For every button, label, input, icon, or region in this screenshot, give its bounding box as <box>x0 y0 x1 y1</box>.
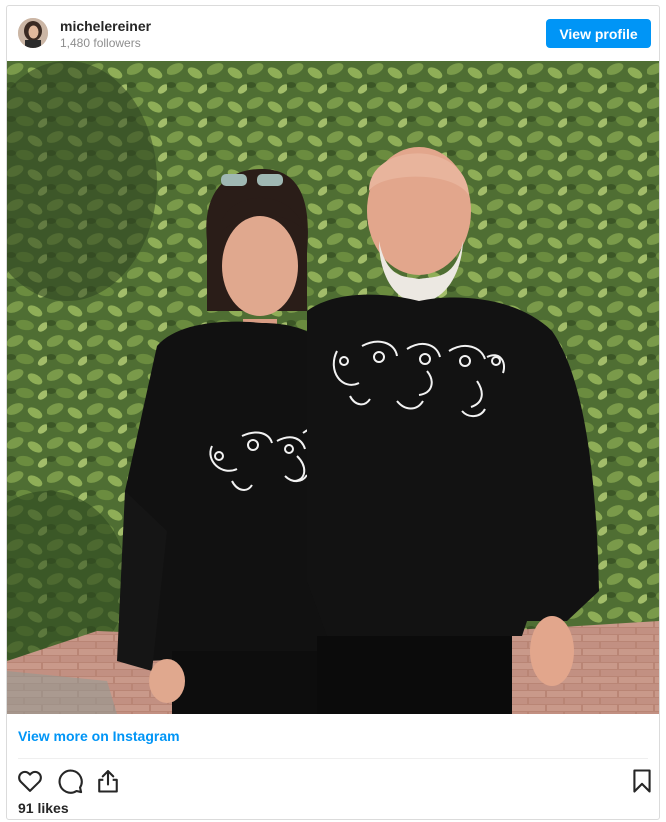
action-bar <box>16 767 651 795</box>
post-header: michelereiner 1,480 followers View profi… <box>7 6 659 61</box>
avatar-image <box>18 18 48 48</box>
post-photo <box>7 61 659 714</box>
instagram-embed: michelereiner 1,480 followers View profi… <box>6 5 660 820</box>
view-profile-button[interactable]: View profile <box>546 19 651 48</box>
user-meta: michelereiner 1,480 followers <box>60 17 151 51</box>
heart-icon[interactable] <box>16 767 44 795</box>
divider <box>18 758 648 759</box>
comment-icon[interactable] <box>56 767 84 795</box>
like-count[interactable]: 91 likes <box>18 800 69 816</box>
follower-count: 1,480 followers <box>60 36 141 50</box>
view-more-link[interactable]: View more on Instagram <box>18 728 180 744</box>
avatar[interactable] <box>18 18 48 48</box>
post-image[interactable] <box>7 61 659 714</box>
username[interactable]: michelereiner <box>60 17 151 35</box>
bookmark-icon[interactable] <box>628 767 656 795</box>
share-icon[interactable] <box>94 767 122 795</box>
